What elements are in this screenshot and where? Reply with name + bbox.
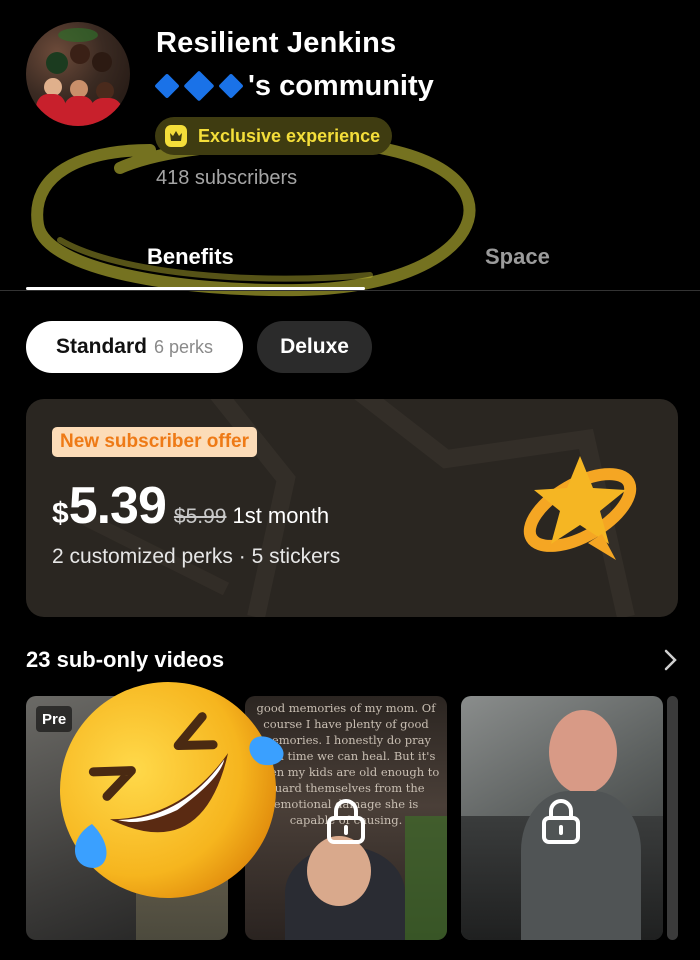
price-row: $ 5.39 $5.99 1st month [52,476,329,536]
tab-space[interactable]: Space [485,244,550,270]
tab-divider [0,290,700,291]
chevron-right-icon[interactable] [662,648,680,672]
community-title: 's community [154,68,434,104]
sub-only-videos-title: 23 sub-only videos [26,647,225,672]
community-owner-name: Resilient Jenkins [156,27,397,59]
lock-icon [327,799,365,844]
diamond-icon [154,73,180,99]
original-price: $5.99 [173,505,227,528]
rofl-emoji-sticker [60,682,284,898]
tier-standard-chip[interactable]: Standard 6 perks [26,321,243,373]
video-thumbnail[interactable] [461,696,663,940]
tier-standard-perks: 6 perks [153,336,214,357]
diamond-icon [218,73,244,99]
tier-standard-label: Standard [55,335,147,358]
lock-icon [542,799,580,844]
price-period: 1st month [232,503,330,528]
tier-deluxe-chip[interactable]: Deluxe [257,321,372,373]
crown-icon [165,125,187,147]
tab-benefits[interactable]: Benefits [147,244,234,270]
exclusive-experience-badge[interactable]: Exclusive experience [155,117,393,155]
new-subscriber-offer-badge: New subscriber offer [52,427,257,457]
exclusive-experience-label: Exclusive experience [198,125,381,146]
star-logo-icon [523,456,637,560]
avatar[interactable] [26,22,130,126]
diamond-icon [183,70,215,102]
community-suffix: 's community [248,69,434,102]
price-currency: $ [52,497,69,530]
perks-summary: 2 customized perks · 5 stickers [52,545,341,568]
video-thumbnail-partial[interactable] [667,696,678,940]
price-value: 5.39 [68,477,167,535]
subscriber-count: 418 subscribers [156,167,298,189]
